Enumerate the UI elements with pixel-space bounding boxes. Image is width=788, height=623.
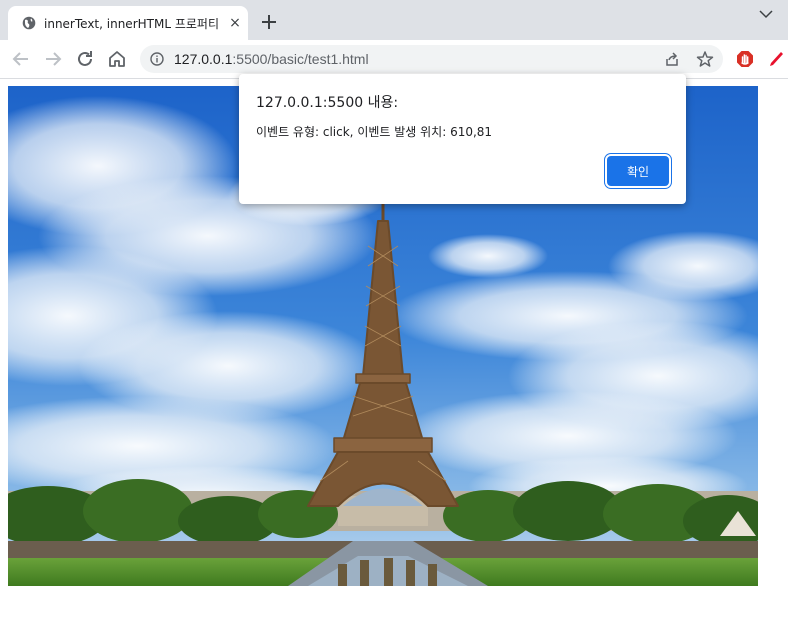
url-text[interactable]: 127.0.0.1:5500/basic/test1.html — [174, 51, 369, 67]
red-pen-icon[interactable] — [768, 50, 784, 68]
adblock-hand-icon[interactable] — [736, 50, 754, 68]
arrow-right-icon[interactable] — [42, 48, 64, 70]
star-icon[interactable] — [696, 50, 714, 68]
reload-icon[interactable] — [74, 48, 96, 70]
alert-dialog: 127.0.0.1:5500 내용: 이벤트 유형: click, 이벤트 발생… — [239, 74, 686, 204]
tab-strip: innerText, innerHTML 프로퍼티 × — [0, 0, 788, 40]
tab-close-icon[interactable]: × — [228, 16, 242, 30]
browser-tab[interactable]: innerText, innerHTML 프로퍼티 × — [8, 6, 248, 40]
tab-title: innerText, innerHTML 프로퍼티 — [44, 17, 219, 31]
address-bar[interactable]: 127.0.0.1:5500/basic/test1.html — [140, 45, 723, 73]
info-icon[interactable] — [150, 52, 164, 66]
ok-button[interactable]: 확인 — [607, 156, 669, 186]
alert-message: 이벤트 유형: click, 이벤트 발생 위치: 610,81 — [256, 125, 493, 139]
home-icon[interactable] — [106, 48, 128, 70]
globe-icon — [22, 16, 36, 30]
url-path: :5500/basic/test1.html — [232, 51, 369, 67]
share-icon[interactable] — [664, 51, 680, 67]
chevron-down-icon[interactable] — [756, 5, 776, 23]
plus-icon[interactable] — [258, 11, 280, 33]
url-host: 127.0.0.1 — [174, 51, 233, 67]
alert-origin: 127.0.0.1:5500 내용: — [256, 95, 399, 111]
arrow-left-icon[interactable] — [10, 48, 32, 70]
